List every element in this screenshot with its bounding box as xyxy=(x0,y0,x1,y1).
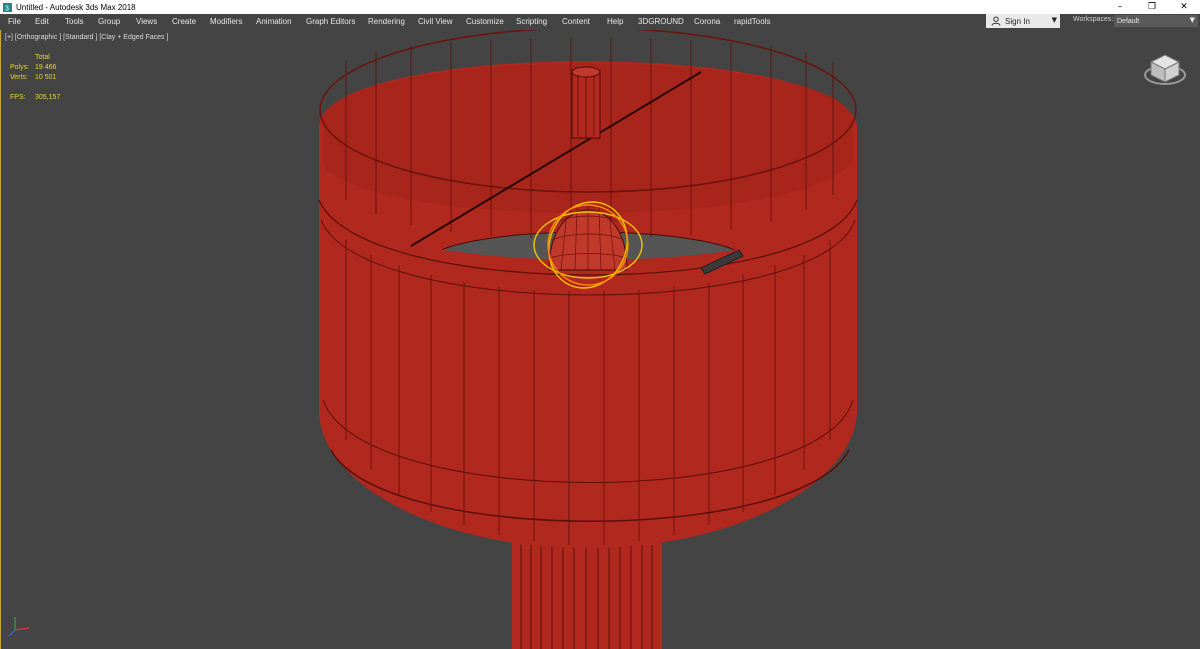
user-icon xyxy=(991,16,1001,26)
axis-tripod-icon xyxy=(8,617,30,637)
menu-rapidtools[interactable]: rapidTools xyxy=(734,17,770,26)
menu-help[interactable]: Help xyxy=(607,17,623,26)
menu-animation[interactable]: Animation xyxy=(256,17,292,26)
sign-in-button[interactable]: Sign In ▼ xyxy=(986,14,1060,28)
chevron-down-icon: ▼ xyxy=(1189,16,1195,24)
app-icon: 3 xyxy=(3,2,12,12)
menu-edit[interactable]: Edit xyxy=(35,17,49,26)
menu-corona[interactable]: Corona xyxy=(694,17,720,26)
verts-label: Verts: xyxy=(10,74,28,81)
menu-content[interactable]: Content xyxy=(562,17,590,26)
title-bar: 3 Untitled - Autodesk 3ds Max 2018 – ❐ ✕ xyxy=(0,0,1200,14)
menu-3dground[interactable]: 3DGROUND xyxy=(638,17,684,26)
menu-create[interactable]: Create xyxy=(172,17,196,26)
fps-value: 305,157 xyxy=(35,94,61,101)
menu-group[interactable]: Group xyxy=(98,17,120,26)
window-title: Untitled - Autodesk 3ds Max 2018 xyxy=(16,2,136,12)
workspaces-label: Workspaces: xyxy=(1073,16,1114,23)
close-icon[interactable]: ✕ xyxy=(1168,0,1200,14)
stats-header: Total xyxy=(35,54,50,61)
menu-graph-editors[interactable]: Graph Editors xyxy=(306,17,355,26)
stem xyxy=(512,540,662,649)
restore-icon[interactable]: ❐ xyxy=(1136,0,1168,14)
menu-rendering[interactable]: Rendering xyxy=(368,17,405,26)
viewport[interactable]: [+] [Orthographic ] [Standard ] [Clay + … xyxy=(0,30,1200,649)
chevron-down-icon: ▼ xyxy=(1051,16,1057,24)
viewcube-icon[interactable] xyxy=(1143,49,1187,89)
viewport-label[interactable]: [+] [Orthographic ] [Standard ] [Clay + … xyxy=(5,34,168,41)
fps-label: FPS: xyxy=(10,94,26,101)
window-controls: – ❐ ✕ xyxy=(1104,0,1200,14)
menu-views[interactable]: Views xyxy=(136,17,157,26)
verts-value: 10 501 xyxy=(35,74,57,81)
sign-in-label: Sign In xyxy=(1005,16,1030,26)
menu-civil-view[interactable]: Civil View xyxy=(418,17,453,26)
svg-text:3: 3 xyxy=(5,5,9,12)
menu-customize[interactable]: Customize xyxy=(466,17,504,26)
menu-scripting[interactable]: Scripting xyxy=(516,17,547,26)
workspaces-value: Default xyxy=(1117,17,1140,25)
viewport-stats: Total Polys: 19 466 Verts: 10 501 FPS: 305,… xyxy=(10,53,60,103)
menu-modifiers[interactable]: Modifiers xyxy=(210,17,242,26)
polys-value: 19 466 xyxy=(35,64,57,71)
workspaces-select[interactable]: Default ▼ xyxy=(1114,15,1198,27)
minimize-icon[interactable]: – xyxy=(1104,0,1136,14)
menu-tools[interactable]: Tools xyxy=(65,17,84,26)
polys-label: Polys: xyxy=(10,64,30,71)
menu-file[interactable]: File xyxy=(8,17,21,26)
scene-canvas[interactable] xyxy=(1,30,1200,649)
